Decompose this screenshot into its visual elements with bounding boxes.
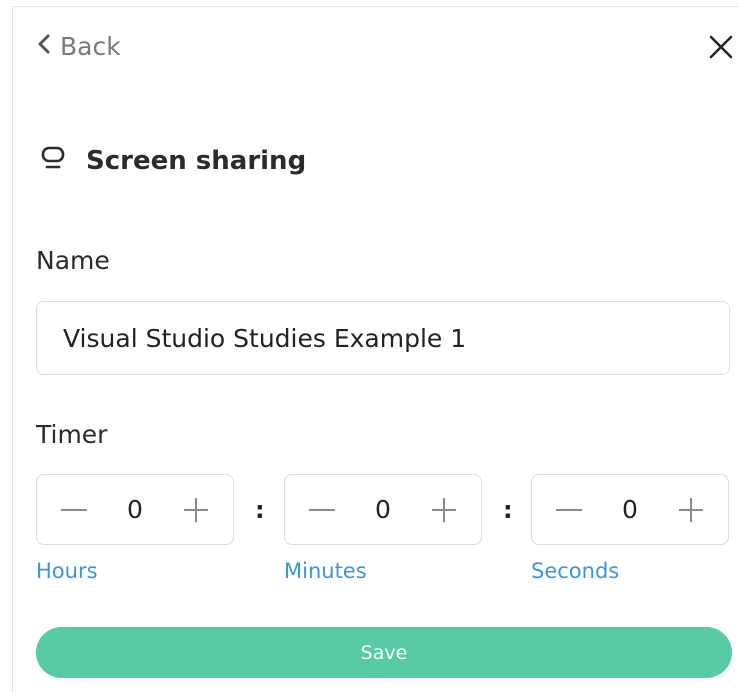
name-input[interactable]	[36, 301, 730, 375]
back-label: Back	[60, 32, 121, 61]
hours-decrement-button[interactable]	[59, 495, 89, 525]
save-button[interactable]: Save	[36, 627, 732, 678]
timer-separator: :	[503, 496, 513, 524]
hours-label: Hours	[36, 559, 98, 583]
name-label: Name	[36, 246, 110, 275]
minutes-increment-button[interactable]	[429, 495, 459, 525]
timer-separator: :	[255, 496, 265, 524]
panel-border-top	[12, 6, 739, 7]
section-title: Screen sharing	[86, 145, 307, 176]
hours-value: 0	[127, 495, 143, 524]
seconds-label: Seconds	[531, 559, 620, 583]
section-heading: Screen sharing	[40, 142, 306, 179]
minutes-stepper: 0	[284, 474, 482, 545]
hours-increment-button[interactable]	[181, 495, 211, 525]
seconds-increment-button[interactable]	[676, 495, 706, 525]
minutes-decrement-button[interactable]	[307, 495, 337, 525]
close-button[interactable]	[706, 32, 736, 62]
hours-stepper: 0	[36, 474, 234, 545]
panel-border-left	[12, 6, 13, 692]
seconds-value: 0	[622, 495, 638, 524]
timer-label: Timer	[36, 420, 108, 449]
close-icon	[706, 35, 736, 66]
minutes-value: 0	[375, 495, 391, 524]
monitor-icon	[40, 142, 66, 179]
chevron-left-icon	[34, 32, 54, 61]
back-button[interactable]: Back	[34, 32, 121, 61]
screen-sharing-panel: Back Screen sharing Name Timer 0 : 0 :	[0, 0, 739, 692]
seconds-decrement-button[interactable]	[554, 495, 584, 525]
seconds-stepper: 0	[531, 474, 729, 545]
minutes-label: Minutes	[284, 559, 367, 583]
